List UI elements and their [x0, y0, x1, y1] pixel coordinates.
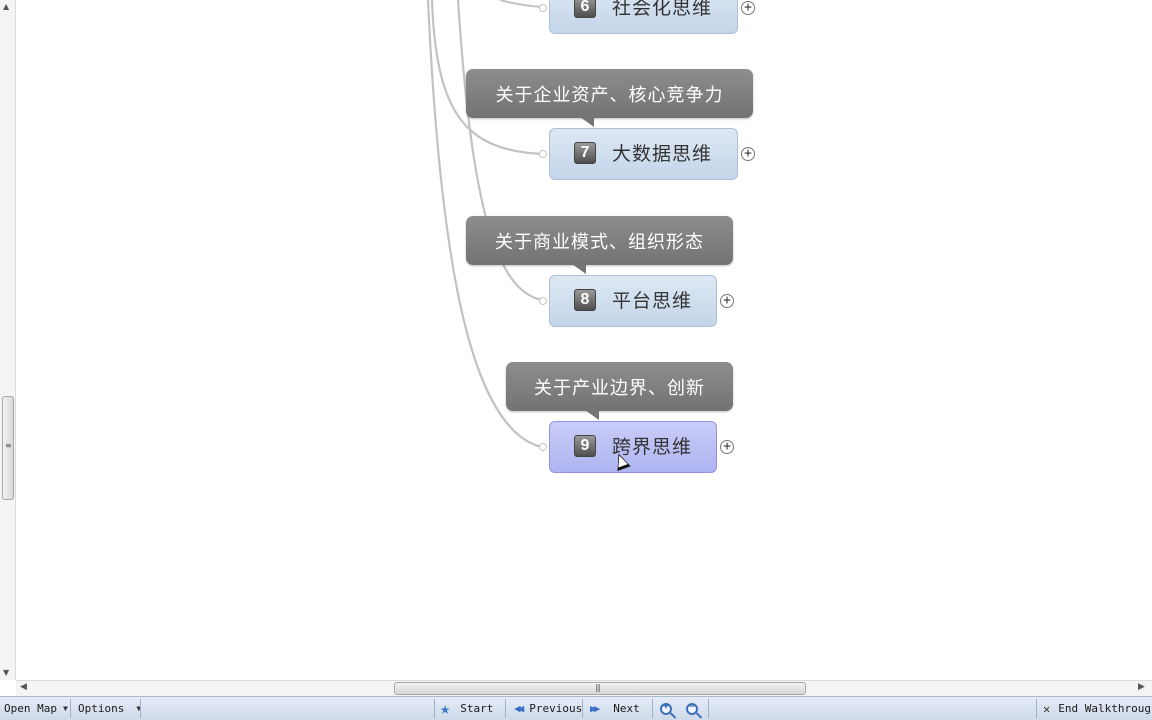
callout-note-3[interactable]: 关于产业边界、创新 [506, 362, 733, 411]
close-icon: ✕ [1043, 701, 1051, 716]
topic-node-7[interactable]: 7 大数据思维 [549, 128, 738, 180]
grip-icon: ||| [595, 683, 601, 692]
divider [1036, 699, 1037, 718]
divider [708, 699, 709, 718]
open-map-label: Open Map [4, 702, 57, 715]
end-walkthrough-label: End Walkthrough [1058, 702, 1152, 715]
callout-tail-2 [572, 264, 586, 274]
start-label: Start [460, 702, 494, 715]
expand-icon-9[interactable]: + [720, 440, 734, 454]
number-badge-6: 6 [574, 0, 596, 18]
node-port-8 [539, 297, 547, 305]
topic-label-8: 平台思维 [612, 290, 693, 312]
next-label: Next [613, 702, 640, 715]
divider [652, 699, 653, 718]
dropdown-arrow-icon: ▼ [62, 704, 68, 713]
callout-note-2[interactable]: 关于商业模式、组织形态 [466, 216, 733, 265]
previous-label: Previous [529, 702, 583, 715]
expand-icon-6[interactable]: + [741, 1, 755, 15]
divider [140, 699, 141, 718]
number-badge-7: 7 [574, 142, 596, 164]
topic-label-7: 大数据思维 [612, 143, 713, 165]
zoom-out-icon: − [686, 702, 698, 715]
expand-icon-8[interactable]: + [720, 294, 734, 308]
previous-button[interactable]: ◀◀ Previous [514, 697, 582, 720]
scroll-left-icon[interactable]: ◀ [20, 682, 27, 692]
horizontal-scroll-thumb[interactable]: ||| [394, 682, 806, 695]
topic-node-6[interactable]: 6 社会化思维 [549, 0, 738, 34]
vertical-scroll-thumb[interactable]: ≡ [2, 396, 14, 500]
zoom-out-button[interactable]: − [686, 697, 698, 720]
rewind-icon: ◀◀ [514, 702, 524, 715]
vertical-scrollbar[interactable]: ▲ ≡ ▼ [0, 0, 16, 680]
end-walkthrough-button[interactable]: ✕ End Walkthrough [1043, 697, 1152, 720]
callout-tail-1 [580, 117, 594, 127]
divider [582, 699, 583, 718]
divider [505, 699, 506, 718]
star-icon: ★ [440, 698, 451, 719]
topic-label-6: 社会化思维 [612, 0, 713, 19]
node-port-7 [539, 150, 547, 158]
open-map-button[interactable]: Open Map ▼ [4, 697, 68, 720]
number-badge-9: 9 [574, 435, 596, 457]
zoom-in-icon: + [660, 702, 672, 715]
grip-icon: ≡ [5, 441, 12, 450]
callout-text-3: 关于产业边界、创新 [534, 377, 705, 399]
callout-text-2: 关于商业模式、组织形态 [495, 231, 704, 253]
horizontal-scrollbar[interactable]: ◀ ||| ▶ [16, 680, 1152, 696]
options-label: Options [78, 702, 125, 715]
expand-icon-7[interactable]: + [741, 147, 755, 161]
next-button[interactable]: ▶▶ Next [590, 697, 640, 720]
zoom-in-button[interactable]: + [660, 697, 672, 720]
divider [70, 699, 71, 718]
callout-text-1: 关于企业资产、核心竞争力 [495, 84, 724, 106]
divider [434, 699, 435, 718]
node-port-9 [539, 443, 547, 451]
scroll-right-icon[interactable]: ▶ [1138, 682, 1145, 692]
callout-note-1[interactable]: 关于企业资产、核心竞争力 [466, 69, 753, 118]
topic-node-9[interactable]: 9 跨界思维 [549, 421, 717, 473]
options-button[interactable]: Options ▼ [78, 697, 141, 720]
node-port-6 [539, 4, 547, 12]
topic-node-8[interactable]: 8 平台思维 [549, 275, 717, 327]
callout-tail-3 [585, 410, 599, 420]
scroll-up-icon[interactable]: ▲ [3, 2, 9, 11]
scroll-down-icon[interactable]: ▼ [3, 668, 9, 677]
walkthrough-toolbar: Open Map ▼ Options ▼ ★ Start ◀◀ Previous… [0, 696, 1152, 720]
start-button[interactable]: ★ Start [440, 697, 493, 720]
number-badge-8: 8 [574, 289, 596, 311]
fast-forward-icon: ▶▶ [590, 702, 600, 715]
